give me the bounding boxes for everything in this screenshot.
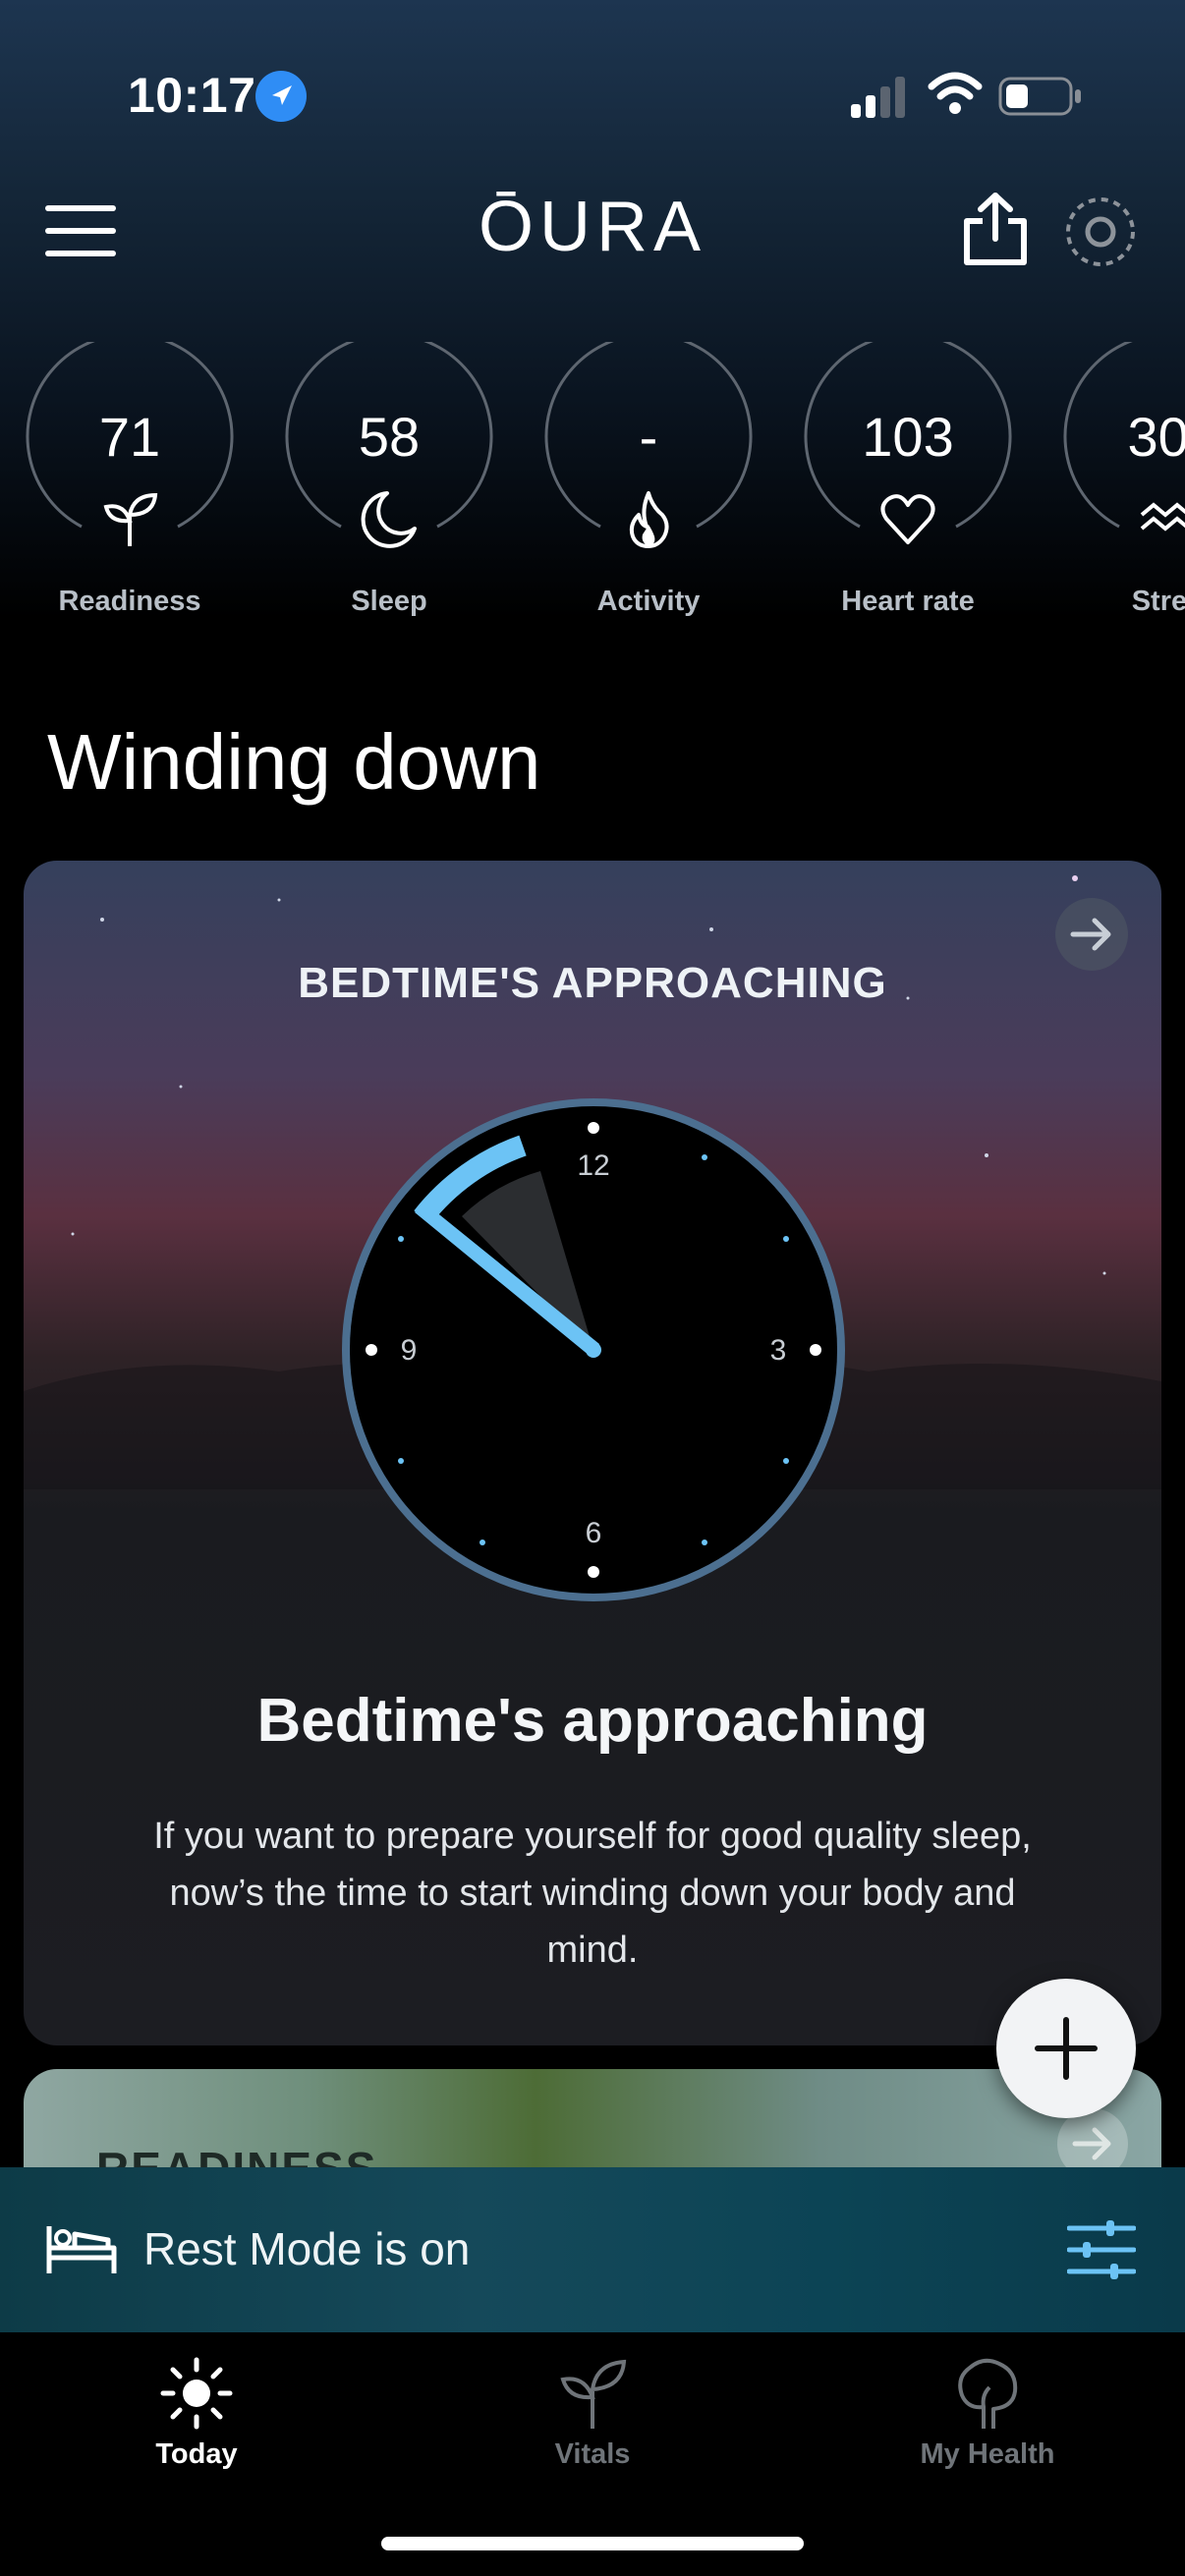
cellular-signal-icon: [851, 77, 905, 118]
tab-label: Vitals: [554, 2438, 631, 2470]
score-value: 103: [862, 406, 954, 468]
score-label: Readiness: [58, 586, 201, 617]
bedtime-card[interactable]: BEDTIME'S APPROACHING 12 3 6 9 Bedtime's…: [24, 861, 1161, 2045]
clock-label-3: 3: [770, 1334, 787, 1367]
score-value: 30r: [1127, 406, 1185, 468]
score-label: Heart rate: [841, 586, 975, 617]
card-title: Bedtime's approaching: [256, 1687, 929, 1755]
ring-status-icon[interactable]: [1063, 195, 1138, 269]
clock-label-6: 6: [586, 1517, 602, 1549]
plus-icon: [1035, 2017, 1098, 2080]
tab-my-health[interactable]: My Health: [840, 2356, 1135, 2484]
score-value: 71: [98, 406, 161, 468]
status-bar: 10:17: [0, 0, 1185, 187]
card-body: If you want to prepare yourself for good…: [153, 1816, 1032, 1971]
score-label: Sleep: [351, 586, 427, 617]
home-indicator: [381, 2537, 804, 2550]
sliders-icon[interactable]: [1067, 2218, 1136, 2281]
sprout-icon: [560, 2359, 627, 2429]
score-stress[interactable]: 30r Stres: [1062, 342, 1185, 637]
score-readiness[interactable]: 71 Readiness: [25, 342, 235, 637]
bedtime-clock: 12 3 6 9: [342, 1098, 845, 1601]
bed-icon: [46, 2226, 117, 2273]
flame-icon: [629, 491, 669, 548]
tab-label: Today: [155, 2438, 238, 2470]
rest-mode-banner[interactable]: Rest Mode is on: [0, 2167, 1185, 2332]
tab-today[interactable]: Today: [49, 2356, 344, 2484]
wifi-icon: [928, 72, 983, 114]
sprout-icon: [103, 492, 158, 546]
score-value: 58: [358, 406, 421, 468]
sun-icon: [160, 2357, 233, 2430]
score-sleep[interactable]: 58 Sleep: [284, 342, 494, 637]
score-heart-rate[interactable]: 103 Heart rate: [803, 342, 1013, 637]
tab-vitals[interactable]: Vitals: [445, 2356, 740, 2484]
clock-label-9: 9: [401, 1334, 418, 1367]
wave-icon: [1140, 502, 1185, 532]
section-title: Winding down: [47, 718, 541, 806]
score-value: -: [639, 406, 658, 468]
share-icon[interactable]: [961, 192, 1030, 266]
score-carousel[interactable]: 71 Readiness 58 Sleep - Activity 103 Hea…: [0, 342, 1185, 637]
score-activity[interactable]: - Activity: [543, 342, 754, 637]
status-time: 10:17: [128, 68, 256, 123]
rest-mode-text: Rest Mode is on: [143, 2223, 471, 2274]
score-label: Stres: [1131, 586, 1185, 617]
add-button[interactable]: [996, 1979, 1136, 2118]
tree-icon: [958, 2358, 1018, 2429]
clock-label-12: 12: [577, 1149, 609, 1182]
card-eyebrow: BEDTIME'S APPROACHING: [298, 959, 887, 1007]
moon-icon: [361, 491, 417, 548]
heart-icon: [880, 494, 935, 544]
battery-icon: [998, 77, 1081, 116]
location-arrow-icon: [255, 71, 307, 122]
score-label: Activity: [596, 586, 701, 617]
tab-label: My Health: [920, 2438, 1055, 2470]
